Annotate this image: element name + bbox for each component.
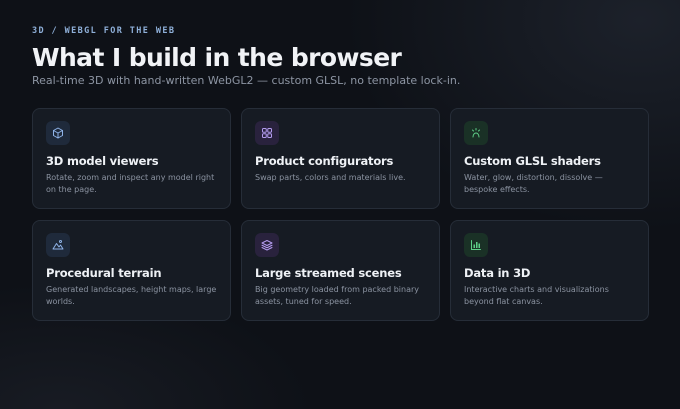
card-title: Data in 3D [464, 266, 531, 280]
card-title: Procedural terrain [46, 266, 162, 280]
card-data-in-3d: Data in 3D Interactive charts and visual… [450, 220, 649, 321]
services-grid: 3D model viewers Rotate, zoom and inspec… [32, 108, 649, 321]
card-title: 3D model viewers [46, 154, 159, 168]
card-custom-glsl-shaders: Custom GLSL shaders Water, glow, distort… [450, 108, 649, 209]
grid-squares-icon [255, 121, 279, 145]
card-procedural-terrain: Procedural terrain Generated landscapes,… [32, 220, 231, 321]
card-title: Large streamed scenes [255, 266, 402, 280]
cube-icon [46, 121, 70, 145]
card-description: Big geometry loaded from packed binary a… [255, 285, 420, 306]
card-description: Water, glow, distortion, dissolve — besp… [464, 173, 603, 194]
sparkle-icon [464, 121, 488, 145]
card-description: Generated landscapes, height maps, large… [46, 285, 217, 306]
page-subtitle: Real-time 3D with hand-written WebGL2 — … [32, 74, 461, 87]
card-product-configurators: Product configurators Swap parts, colors… [241, 108, 440, 209]
bar-chart-icon [464, 233, 488, 257]
card-description: Interactive charts and visualizations be… [464, 285, 609, 306]
card-3d-model-viewers: 3D model viewers Rotate, zoom and inspec… [32, 108, 231, 209]
layers-icon [255, 233, 279, 257]
eyebrow-label: 3D / WEBGL FOR THE WEB [32, 26, 176, 36]
card-title: Product configurators [255, 154, 394, 168]
card-large-streamed-scenes: Large streamed scenes Big geometry loade… [241, 220, 440, 321]
card-description: Rotate, zoom and inspect any model right… [46, 173, 215, 194]
mountain-icon [46, 233, 70, 257]
card-title: Custom GLSL shaders [464, 154, 601, 168]
card-description: Swap parts, colors and materials live. [255, 173, 406, 182]
page-title: What I build in the browser [32, 43, 402, 72]
